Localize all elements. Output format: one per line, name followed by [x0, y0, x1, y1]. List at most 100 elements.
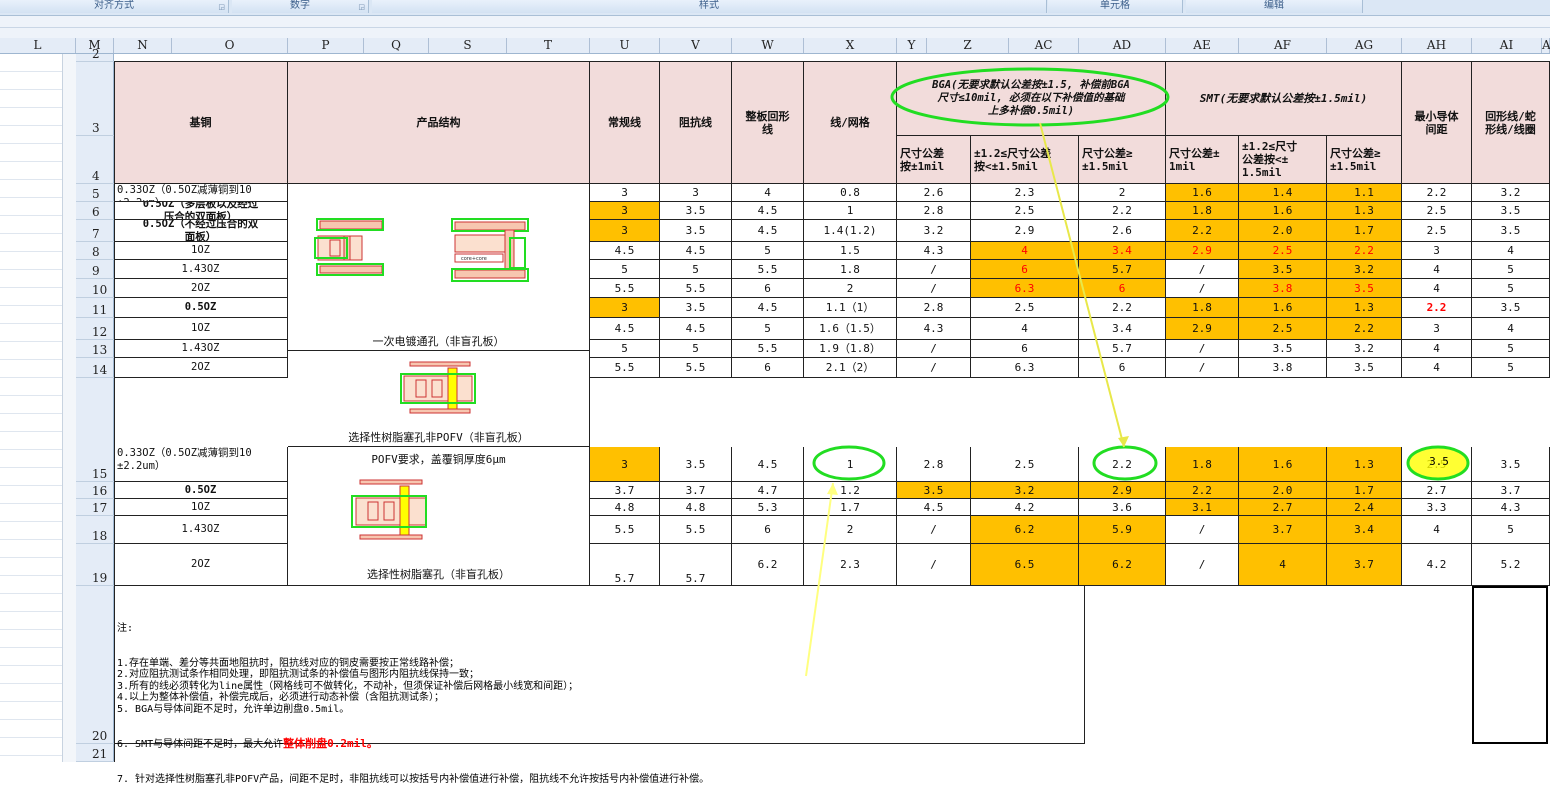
value-cell[interactable]: 1.2	[804, 482, 897, 499]
value-cell[interactable]: 2.2	[1079, 202, 1166, 220]
value-cell[interactable]: 4.2	[971, 499, 1079, 516]
value-cell[interactable]: 3.2	[1327, 340, 1402, 358]
header-tol-2[interactable]: ±1.2≤尺寸公差 按<±1.5mil	[971, 136, 1079, 184]
row-header-3[interactable]: 3	[76, 62, 114, 136]
value-cell[interactable]: /	[897, 516, 971, 544]
value-cell[interactable]: 1.8	[1166, 202, 1239, 220]
header-normal-line[interactable]: 常规线	[590, 62, 660, 184]
column-header-s[interactable]: S	[429, 38, 507, 53]
value-cell[interactable]: /	[1166, 516, 1239, 544]
value-cell[interactable]: 3.5	[1472, 202, 1550, 220]
value-cell[interactable]: 1.7	[1327, 482, 1402, 499]
value-cell[interactable]: 5	[660, 260, 732, 279]
value-cell[interactable]: 4.5	[732, 447, 804, 482]
header-base-copper[interactable]: 基铜	[114, 62, 288, 184]
value-cell[interactable]: /	[1166, 358, 1239, 378]
header-tol-1[interactable]: 尺寸公差 按±1mil	[897, 136, 971, 184]
value-cell[interactable]: 5.7	[1079, 260, 1166, 279]
value-cell[interactable]: 6.2	[971, 516, 1079, 544]
value-cell[interactable]: /	[897, 340, 971, 358]
header-smt[interactable]: SMT(无要求默认公差按±1.5mil)	[1166, 62, 1402, 136]
value-cell[interactable]: 2.2	[1079, 298, 1166, 318]
value-cell[interactable]: 1.6	[1166, 184, 1239, 202]
ribbon-group-alignment[interactable]: 对齐方式 ◲	[0, 0, 229, 13]
value-cell[interactable]: 5	[590, 340, 660, 358]
value-cell[interactable]: 4	[1402, 516, 1472, 544]
value-cell[interactable]: 3	[1402, 318, 1472, 340]
value-cell[interactable]: 5.5	[660, 279, 732, 298]
value-cell[interactable]: 6.5	[971, 544, 1079, 586]
value-cell[interactable]: 2.2	[1402, 298, 1472, 318]
value-cell[interactable]: 2.8	[897, 202, 971, 220]
value-cell[interactable]: 2.6	[1079, 220, 1166, 242]
value-cell[interactable]: 6.2	[732, 544, 804, 586]
column-header-v[interactable]: V	[660, 38, 732, 53]
header-tol-6[interactable]: 尺寸公差≥ ±1.5mil	[1327, 136, 1402, 184]
value-cell[interactable]: 6	[971, 260, 1079, 279]
value-cell[interactable]: 6	[732, 279, 804, 298]
selected-cell-ai20[interactable]	[1472, 586, 1548, 744]
row-header-12[interactable]: 12	[76, 318, 114, 340]
column-header-x[interactable]: X	[804, 38, 897, 53]
base-copper-cell[interactable]: 1OZ	[114, 499, 288, 516]
column-header-af[interactable]: AF	[1239, 38, 1327, 53]
value-cell[interactable]: 1.6	[1239, 298, 1327, 318]
base-copper-cell[interactable]: 1.43OZ	[114, 516, 288, 544]
value-cell[interactable]: 3	[590, 298, 660, 318]
value-cell[interactable]: 2.4	[1327, 499, 1402, 516]
value-cell[interactable]: 4.5	[732, 202, 804, 220]
header-loop-line[interactable]: 回形线/蛇 形线/线圈	[1472, 62, 1550, 184]
base-copper-cell[interactable]: 2OZ	[114, 358, 288, 378]
value-cell[interactable]: 2.5	[971, 298, 1079, 318]
value-cell[interactable]: 1.6	[1239, 447, 1327, 482]
value-cell[interactable]: 4.5	[660, 242, 732, 260]
value-cell[interactable]: 5	[590, 260, 660, 279]
value-cell[interactable]: 6	[732, 516, 804, 544]
value-cell[interactable]: 1.8	[804, 260, 897, 279]
value-cell[interactable]: 3	[590, 220, 660, 242]
value-cell[interactable]: 3.2	[971, 482, 1079, 499]
value-cell[interactable]: /	[897, 358, 971, 378]
row-header-9[interactable]: 9	[76, 260, 114, 279]
value-cell[interactable]: 2.2	[1327, 242, 1402, 260]
header-min-spacing[interactable]: 最小导体 间距	[1402, 62, 1472, 184]
row-header-7[interactable]: 7	[76, 220, 114, 242]
value-cell[interactable]: 6	[971, 340, 1079, 358]
value-cell[interactable]: 5.5	[590, 279, 660, 298]
value-cell[interactable]: 2.0	[1239, 220, 1327, 242]
value-cell[interactable]: 4	[1402, 340, 1472, 358]
base-copper-cell[interactable]: 2OZ	[114, 279, 288, 298]
value-cell[interactable]: 5.5	[660, 358, 732, 378]
value-cell[interactable]: 3.6	[1079, 499, 1166, 516]
value-cell[interactable]: 3	[590, 447, 660, 482]
column-header-ad[interactable]: AD	[1079, 38, 1166, 53]
row-header-2[interactable]: 2	[76, 47, 114, 62]
value-cell[interactable]: 3.5	[1472, 298, 1550, 318]
value-cell[interactable]: 1.6	[1239, 202, 1327, 220]
value-cell[interactable]: 2.9	[971, 220, 1079, 242]
column-header-n[interactable]: N	[114, 38, 172, 53]
value-cell[interactable]: 3.2	[897, 220, 971, 242]
value-cell[interactable]: 3.5	[660, 202, 732, 220]
value-cell[interactable]: 5.5	[590, 516, 660, 544]
value-cell[interactable]: 2	[1079, 184, 1166, 202]
value-cell[interactable]: 2.2	[1079, 447, 1166, 482]
value-cell[interactable]: 5	[1472, 340, 1550, 358]
base-copper-cell[interactable]: 0.5OZ（不经过压合的双 面板）	[114, 220, 288, 242]
ribbon-group-styles[interactable]: 样式	[372, 0, 1047, 13]
column-header-p[interactable]: P	[288, 38, 364, 53]
value-cell[interactable]: 2.3	[971, 184, 1079, 202]
value-cell[interactable]: 2.5	[1402, 202, 1472, 220]
header-bga[interactable]: BGA(无要求默认公差按±1.5, 补偿前BGA 尺寸≤10mil, 必须在以下…	[897, 62, 1166, 136]
row-header-19[interactable]: 19	[76, 544, 114, 586]
value-cell[interactable]: /	[1166, 279, 1239, 298]
value-cell[interactable]: 3	[1402, 242, 1472, 260]
base-copper-cell[interactable]: 1OZ	[114, 318, 288, 340]
value-cell[interactable]: 1.3	[1327, 447, 1402, 482]
column-header-q[interactable]: Q	[364, 38, 429, 53]
base-copper-cell[interactable]: 0.5OZ	[114, 298, 288, 318]
header-tol-3[interactable]: 尺寸公差≥ ±1.5mil	[1079, 136, 1166, 184]
value-cell[interactable]: 2.1（2）	[804, 358, 897, 378]
row-header-14[interactable]: 14	[76, 358, 114, 378]
column-header-t[interactable]: T	[507, 38, 590, 53]
